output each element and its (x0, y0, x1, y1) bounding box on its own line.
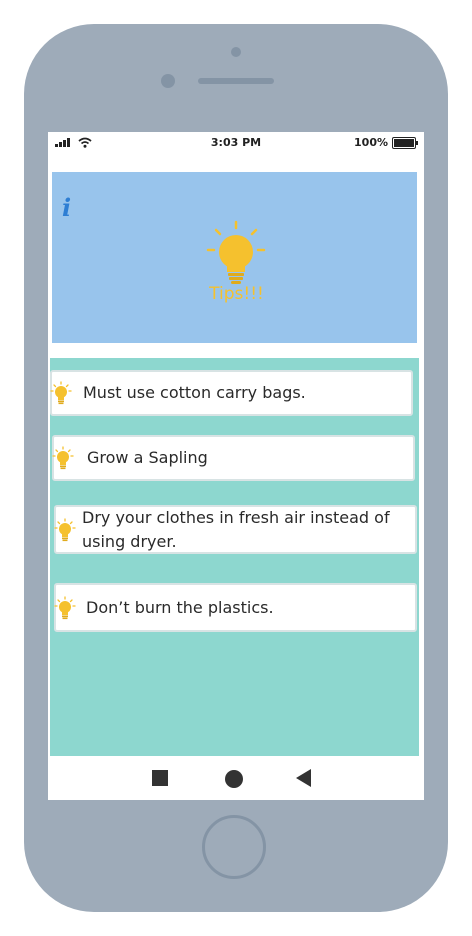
lightbulb-icon (50, 381, 72, 405)
tip-text: Don’t burn the plastics. (86, 597, 274, 617)
front-sensor (231, 47, 241, 57)
battery-icon (392, 137, 418, 149)
lightbulb-icon (54, 517, 76, 541)
back-button[interactable] (296, 769, 311, 787)
front-camera (161, 74, 175, 88)
tip-card[interactable]: Grow a Sapling (52, 435, 415, 481)
battery-percentage: 100% (354, 136, 388, 149)
earpiece-speaker (198, 78, 274, 84)
tip-card[interactable]: Must use cotton carry bags. (50, 370, 413, 416)
tips-title: Tips!!! (209, 284, 264, 304)
recent-apps-button[interactable] (152, 770, 168, 786)
tips-list: Must use cotton carry bags. Grow a Sapli… (50, 358, 419, 756)
status-bar: 3:03 PM 100% (48, 132, 424, 154)
screen: 3:03 PM 100% i Tips!!! Must use cotton c… (48, 132, 424, 800)
lightbulb-icon (206, 220, 266, 284)
tip-text: Grow a Sapling (87, 448, 208, 467)
tip-text: Dry your clothes in fresh air instead of… (82, 508, 390, 551)
tip-card[interactable]: Don’t burn the plastics. (54, 583, 417, 632)
tips-header-banner: i Tips!!! (52, 172, 417, 343)
android-nav-bar (48, 756, 424, 800)
info-icon[interactable]: i (62, 196, 71, 220)
physical-home-button[interactable] (202, 815, 266, 879)
tip-card[interactable]: Dry your clothes in fresh air instead of… (54, 505, 417, 554)
tip-text: Must use cotton carry bags. (83, 383, 306, 402)
lightbulb-icon (52, 446, 74, 470)
lightbulb-icon (54, 595, 76, 619)
home-nav-button[interactable] (225, 770, 243, 788)
